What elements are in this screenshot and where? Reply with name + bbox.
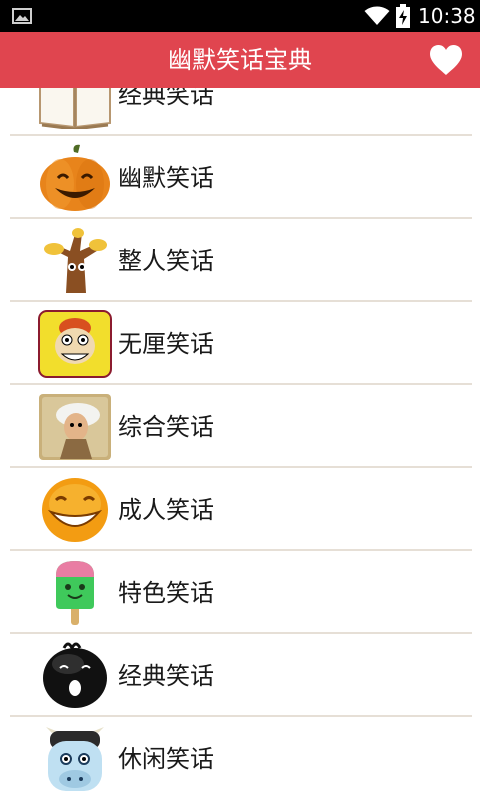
list-item-label: 综合笑话: [118, 413, 214, 441]
list-item-label: 经典笑话: [118, 88, 214, 109]
old-man-icon: [39, 394, 111, 460]
list-item-humor-jokes[interactable]: 幽默笑话: [0, 136, 480, 219]
list-item-label: 成人笑话: [118, 496, 214, 524]
list-item-adult-jokes[interactable]: 成人笑话: [0, 468, 480, 551]
list-item-label: 无厘笑话: [118, 330, 214, 358]
grin-smiley-icon: [42, 478, 108, 542]
list-item-special-jokes[interactable]: 特色笑话: [0, 551, 480, 634]
list-item-label: 幽默笑话: [118, 164, 214, 192]
list-item-label: 整人笑话: [118, 247, 214, 275]
app-title: 幽默笑话宝典: [168, 46, 312, 74]
battery-charging-icon: [396, 4, 410, 28]
list-item-casual-jokes[interactable]: 休闲笑话: [0, 717, 480, 800]
list-item-nonsense-jokes[interactable]: 无厘笑话: [0, 302, 480, 385]
status-clock: 10:38: [418, 4, 476, 28]
list-item-label: 经典笑话: [118, 662, 214, 690]
list-item-label: 特色笑话: [118, 579, 214, 607]
cow-icon: [46, 727, 104, 791]
black-face-icon: [43, 642, 107, 708]
list-item-label: 休闲笑话: [118, 745, 214, 773]
book-icon: [39, 88, 111, 129]
list-item-prank-jokes[interactable]: 整人笑话: [0, 219, 480, 302]
status-bar: 10:38: [0, 0, 480, 32]
popsicle-icon: [56, 561, 94, 625]
tree-stump-icon: [44, 228, 107, 293]
heart-icon[interactable]: [428, 44, 464, 76]
pumpkin-icon: [40, 144, 110, 211]
list-item-general-jokes[interactable]: 综合笑话: [0, 385, 480, 468]
category-list[interactable]: 经典笑话 幽默笑话 整人笑话 无厘笑话 综合笑话 成人笑话 特色笑话 经典笑话 …: [0, 88, 480, 800]
wifi-icon: [364, 6, 390, 25]
app-bar: 幽默笑话宝典: [0, 32, 480, 88]
list-item-classic-jokes-2[interactable]: 经典笑话: [0, 634, 480, 717]
image-notification-icon: [12, 8, 32, 24]
monkey-icon: [38, 310, 112, 378]
list-item-classic-jokes[interactable]: 经典笑话: [0, 88, 480, 136]
